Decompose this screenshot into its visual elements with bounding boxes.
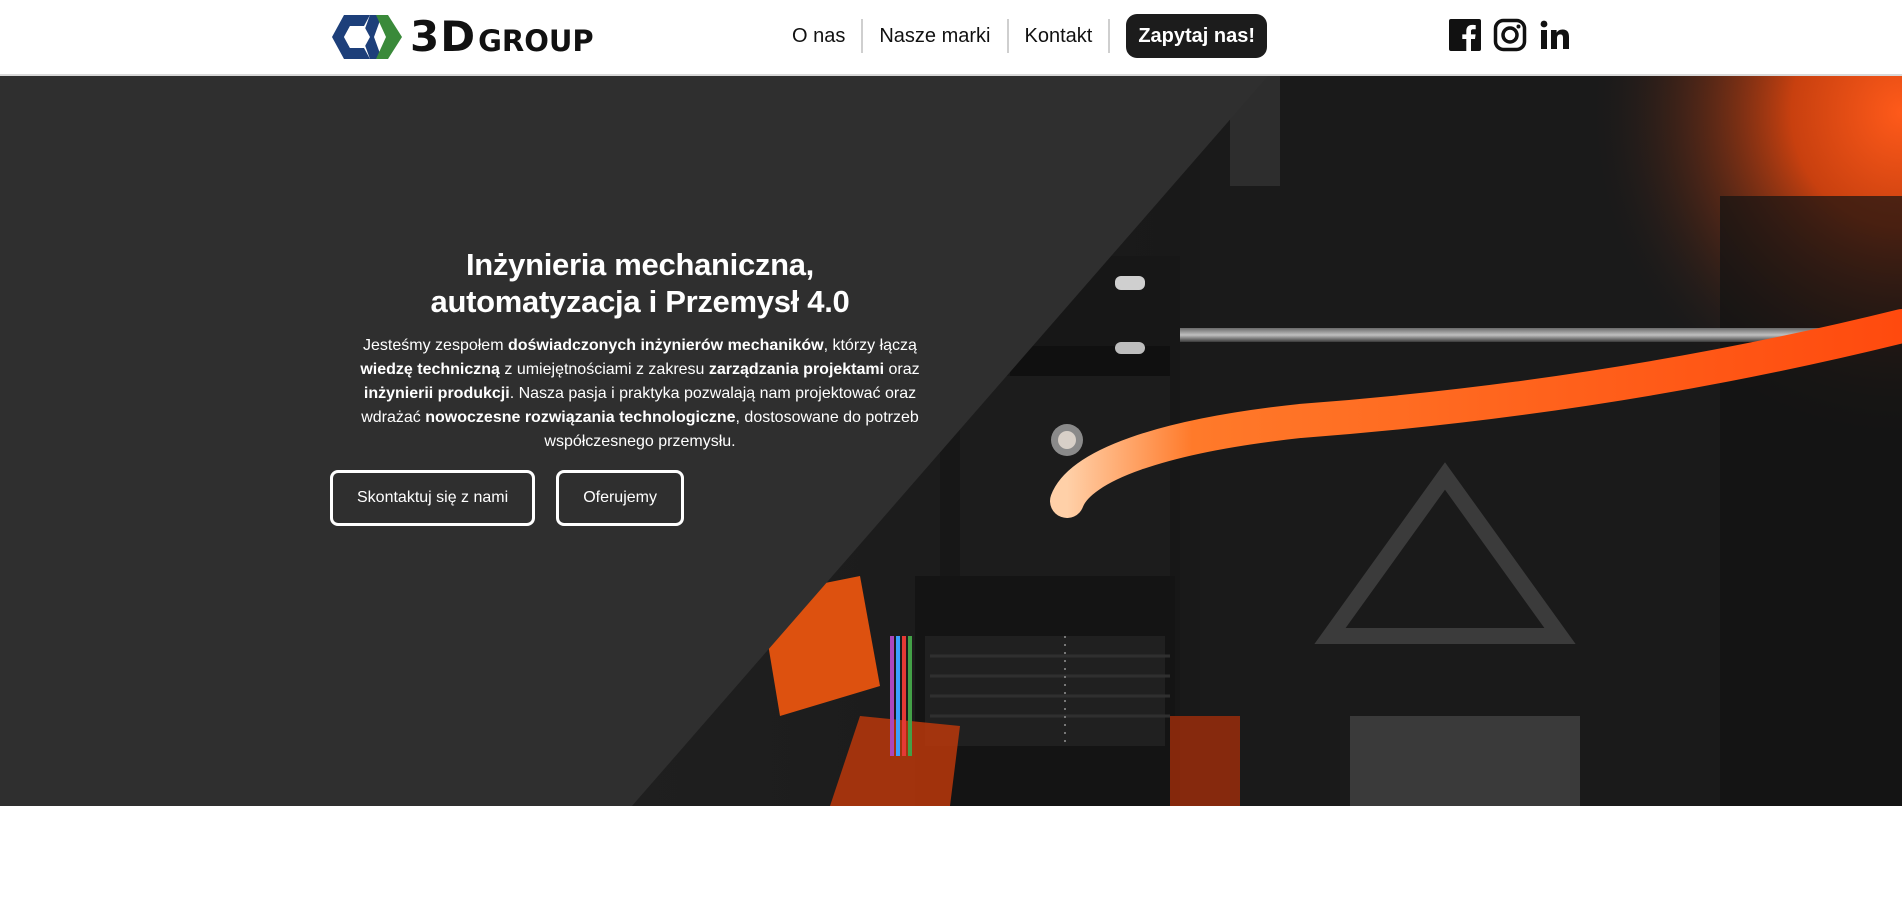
hero-text-segment: , którzy łączą (823, 337, 917, 354)
logo-text-3d: 3D (410, 12, 477, 61)
nav-link-kontakt[interactable]: Kontakt (1009, 18, 1109, 54)
diagonal-dark-panel (0, 76, 1268, 806)
logo-wordmark: 3D GROUP (410, 16, 594, 58)
hero-text-emphasis: nowoczesne rozwiązania technologiczne (425, 409, 736, 426)
site-logo[interactable]: 3D GROUP (330, 10, 594, 64)
hero-description: Jesteśmy zespołem doświadczonych inżynie… (330, 334, 950, 454)
facebook-link[interactable] (1448, 18, 1482, 52)
linkedin-icon (1540, 20, 1569, 49)
hero-text-emphasis: wiedzę techniczną (360, 361, 500, 378)
logo-text-group: GROUP (478, 24, 594, 58)
hero-text-segment: Jesteśmy zespołem (363, 337, 508, 354)
hero-text-emphasis: zarządzania projektami (708, 361, 885, 378)
hero-text-emphasis: doświadczonych inżynierów mechaników (507, 337, 824, 354)
offer-button[interactable]: Oferujemy (556, 470, 684, 526)
instagram-link[interactable] (1493, 18, 1527, 52)
linkedin-link[interactable] (1538, 18, 1572, 52)
hero-buttons: Skontaktuj się z nami Oferujemy (330, 470, 950, 526)
contact-us-button[interactable]: Skontaktuj się z nami (330, 470, 536, 526)
instagram-icon (1493, 18, 1527, 52)
hero-title: Inżynieria mechaniczna, automatyzacja i … (430, 247, 850, 319)
hero-text-segment: oraz (884, 361, 920, 378)
hero-text-emphasis: inżynierii produkcji (363, 385, 510, 402)
hero-content: Inżynieria mechaniczna, automatyzacja i … (330, 246, 950, 526)
social-links (1448, 18, 1572, 52)
3d-group-logo-mark-icon (332, 15, 402, 59)
hero-section: Inżynieria mechaniczna, automatyzacja i … (0, 76, 1902, 806)
nav-link-nasze-marki[interactable]: Nasze marki (863, 18, 1006, 54)
main-nav: O nas Nasze marki Kontakt Zapytaj nas! (776, 14, 1268, 58)
site-header: 3D GROUP O nas Nasze marki Kontakt Zapyt… (0, 0, 1902, 76)
facebook-icon (1449, 19, 1481, 51)
nav-divider (1108, 19, 1111, 53)
hero-text-segment: z umiejętnościami z zakresu (499, 361, 709, 378)
nav-link-o-nas[interactable]: O nas (776, 18, 861, 54)
ask-us-button[interactable]: Zapytaj nas! (1126, 14, 1268, 58)
